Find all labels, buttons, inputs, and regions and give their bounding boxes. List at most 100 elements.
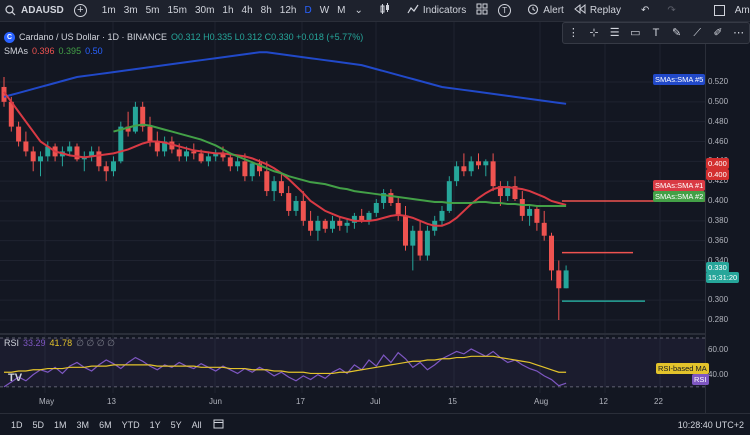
drawing-toolbar: ⋮ ⊹ ☰ ▭ T ✎ ⟋ ✐ ⋯ xyxy=(562,22,750,44)
candle-body xyxy=(527,208,533,216)
calendar-icon[interactable] xyxy=(213,418,224,431)
legend-title-row: C Cardano / US Dollar · 1D · BINANCE O0.… xyxy=(4,30,363,44)
text-icon[interactable]: T xyxy=(649,26,663,40)
candle-body xyxy=(388,193,394,203)
price-tick-label: 0.520 xyxy=(708,77,729,86)
legend-title[interactable]: Cardano / US Dollar · 1D · BINANCE xyxy=(19,32,167,42)
brush-icon[interactable]: ✎ xyxy=(670,26,684,40)
time-tick-label: Aug xyxy=(534,397,549,406)
layout-name-label[interactable]: Ama xyxy=(730,0,750,22)
candle-body xyxy=(483,161,489,166)
clock[interactable]: 10:28:40 UTC+2 xyxy=(678,420,744,430)
templates-button[interactable] xyxy=(471,0,493,22)
range-1y[interactable]: 1Y xyxy=(145,420,166,430)
interval-w[interactable]: W xyxy=(316,0,333,22)
time-tick-label: 22 xyxy=(654,397,663,406)
candle-body xyxy=(227,157,233,167)
price-tick-label: 0.280 xyxy=(708,315,729,324)
interval-1m[interactable]: 1m xyxy=(98,0,120,22)
rectangle-icon[interactable]: ▭ xyxy=(628,26,642,40)
crosshair-icon[interactable]: ⊹ xyxy=(587,26,601,40)
range-5y[interactable]: 5Y xyxy=(166,420,187,430)
redo-button[interactable]: ↷ xyxy=(658,0,684,22)
candle-body xyxy=(191,151,197,154)
interval-4h[interactable]: 4h xyxy=(238,0,257,22)
candle-body xyxy=(242,161,248,177)
line-tool-icon[interactable]: ⟋ xyxy=(690,26,704,40)
grid-icon xyxy=(476,3,488,18)
candle-body xyxy=(38,156,43,162)
interval-1h[interactable]: 1h xyxy=(218,0,237,22)
price-tick-label: 0.500 xyxy=(708,96,729,106)
candle-body xyxy=(468,161,474,172)
indicators-label: Indicators xyxy=(422,5,467,16)
compare-button[interactable]: + xyxy=(69,0,92,22)
layout-name-text: Ama xyxy=(734,5,750,16)
eye-off-icon: ∅ ∅ ∅ ∅ xyxy=(76,338,115,348)
interval-d[interactable]: D xyxy=(300,0,315,22)
interval-15m[interactable]: 15m xyxy=(164,0,191,22)
interval-12h[interactable]: 12h xyxy=(276,0,301,22)
range-6m[interactable]: 6M xyxy=(94,420,117,430)
countdown-tag: 15:31:20 xyxy=(706,272,740,283)
candle-body xyxy=(16,126,22,142)
smas-label[interactable]: SMAs xyxy=(4,46,28,56)
interval-3m[interactable]: 3m xyxy=(120,0,142,22)
alert-label: Alert xyxy=(543,5,564,16)
interval-m[interactable]: M xyxy=(333,0,349,22)
candle-body xyxy=(322,220,328,229)
range-5d[interactable]: 5D xyxy=(28,420,50,430)
time-tick-label: May xyxy=(39,397,55,406)
candle-body xyxy=(249,163,255,177)
undo-button[interactable]: ↶ xyxy=(632,0,658,22)
sma1-value: 0.396 xyxy=(32,46,55,56)
price-tick-label: 0.400 xyxy=(708,196,729,205)
candle-body xyxy=(103,166,109,172)
price-tick-label: 0.480 xyxy=(708,116,729,126)
interval-dropdown-button[interactable]: ⌄ xyxy=(350,0,368,22)
time-tick-label: Jul xyxy=(370,397,381,406)
sma1-tag: SMAs:SMA #1 xyxy=(653,180,706,191)
range-all[interactable]: All xyxy=(187,420,207,430)
interval-5m[interactable]: 5m xyxy=(142,0,164,22)
candle-body xyxy=(184,151,189,157)
time-tick-label: 12 xyxy=(599,397,608,406)
candle-body xyxy=(403,215,408,246)
price-tick-label: 0.360 xyxy=(708,235,729,245)
more-icon[interactable]: ⋯ xyxy=(732,26,746,40)
price-chart[interactable] xyxy=(0,22,705,415)
range-3m[interactable]: 3M xyxy=(72,420,95,430)
candle-body xyxy=(373,202,379,213)
range-1d[interactable]: 1D xyxy=(6,420,28,430)
price-axis[interactable]: 0.5200.5000.4800.4600.4400.4200.4000.380… xyxy=(653,22,750,415)
candle-body xyxy=(534,208,540,223)
sma-red-line xyxy=(3,91,567,227)
time-axis[interactable]: May 13 Jun 17 Jul 15 Aug 12 22 xyxy=(0,393,705,411)
candle-body xyxy=(111,161,116,172)
candle-body xyxy=(293,201,299,211)
pen-icon[interactable]: ✐ xyxy=(711,26,725,40)
replay-label: Replay xyxy=(589,5,621,16)
candle-body xyxy=(271,181,277,192)
alert-button[interactable]: Alert xyxy=(522,0,569,22)
candles-icon xyxy=(379,3,391,18)
chart-type-button[interactable] xyxy=(374,0,396,22)
undo-icon: ↶ xyxy=(640,5,650,16)
candle-body xyxy=(439,210,445,221)
candle-body xyxy=(563,270,569,289)
indicators-button[interactable]: Indicators xyxy=(402,0,471,22)
rsi-tag: RSI xyxy=(692,374,709,385)
symbol-search-button[interactable]: ADAUSD xyxy=(0,0,69,22)
interval-8h[interactable]: 8h xyxy=(257,0,276,22)
drag-handle-icon[interactable]: ⋮ xyxy=(566,26,580,40)
range-1m[interactable]: 1M xyxy=(49,420,72,430)
fib-icon[interactable]: ☰ xyxy=(608,26,622,40)
layout-button[interactable] xyxy=(709,0,730,22)
cardano-icon: C xyxy=(4,31,15,43)
range-ytd[interactable]: YTD xyxy=(117,420,145,430)
rsi-label[interactable]: RSI xyxy=(4,338,19,349)
replay-button[interactable]: Replay xyxy=(569,0,626,22)
interval-30m[interactable]: 30m xyxy=(191,0,218,22)
time-tick-label: 17 xyxy=(296,397,305,406)
text-tool-button[interactable]: T xyxy=(493,0,516,22)
